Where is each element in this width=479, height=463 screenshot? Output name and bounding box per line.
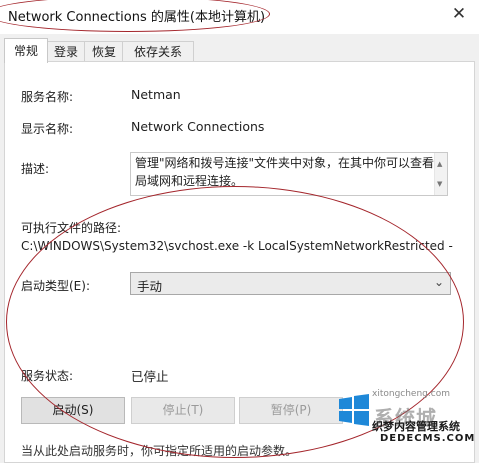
watermark-sub1: 织梦内容管理系统 bbox=[372, 420, 460, 433]
tab-dependencies[interactable]: 依存关系 bbox=[122, 41, 194, 62]
description-label: 描述: bbox=[21, 162, 50, 176]
windows-logo-icon bbox=[339, 394, 369, 426]
watermark-sub2: DEDECMS.COM bbox=[380, 433, 476, 444]
watermark-site: xitongcheng.com bbox=[372, 389, 450, 399]
scroll-up-icon[interactable]: ▲ bbox=[437, 155, 442, 173]
description-text: 管理"网络和拨号连接"文件夹中对象，在其中你可以查看局域网和远程连接。 bbox=[135, 156, 435, 188]
service-name-value: Netman bbox=[131, 87, 181, 102]
scroll-down-icon[interactable]: ▼ bbox=[437, 175, 442, 193]
service-name-label: 服务名称: bbox=[21, 90, 74, 104]
tab-recovery[interactable]: 恢复 bbox=[84, 41, 124, 62]
tab-logon[interactable]: 登录 bbox=[46, 41, 86, 62]
tab-strip: 常规 登录 恢复 依存关系 bbox=[0, 34, 479, 63]
display-name-label: 显示名称: bbox=[21, 122, 74, 136]
close-icon[interactable]: ✕ bbox=[439, 0, 479, 30]
description-scrollbar[interactable]: ▲ ▼ bbox=[434, 153, 447, 195]
tab-general[interactable]: 常规 bbox=[4, 38, 48, 63]
display-name-value: Network Connections bbox=[131, 119, 265, 134]
